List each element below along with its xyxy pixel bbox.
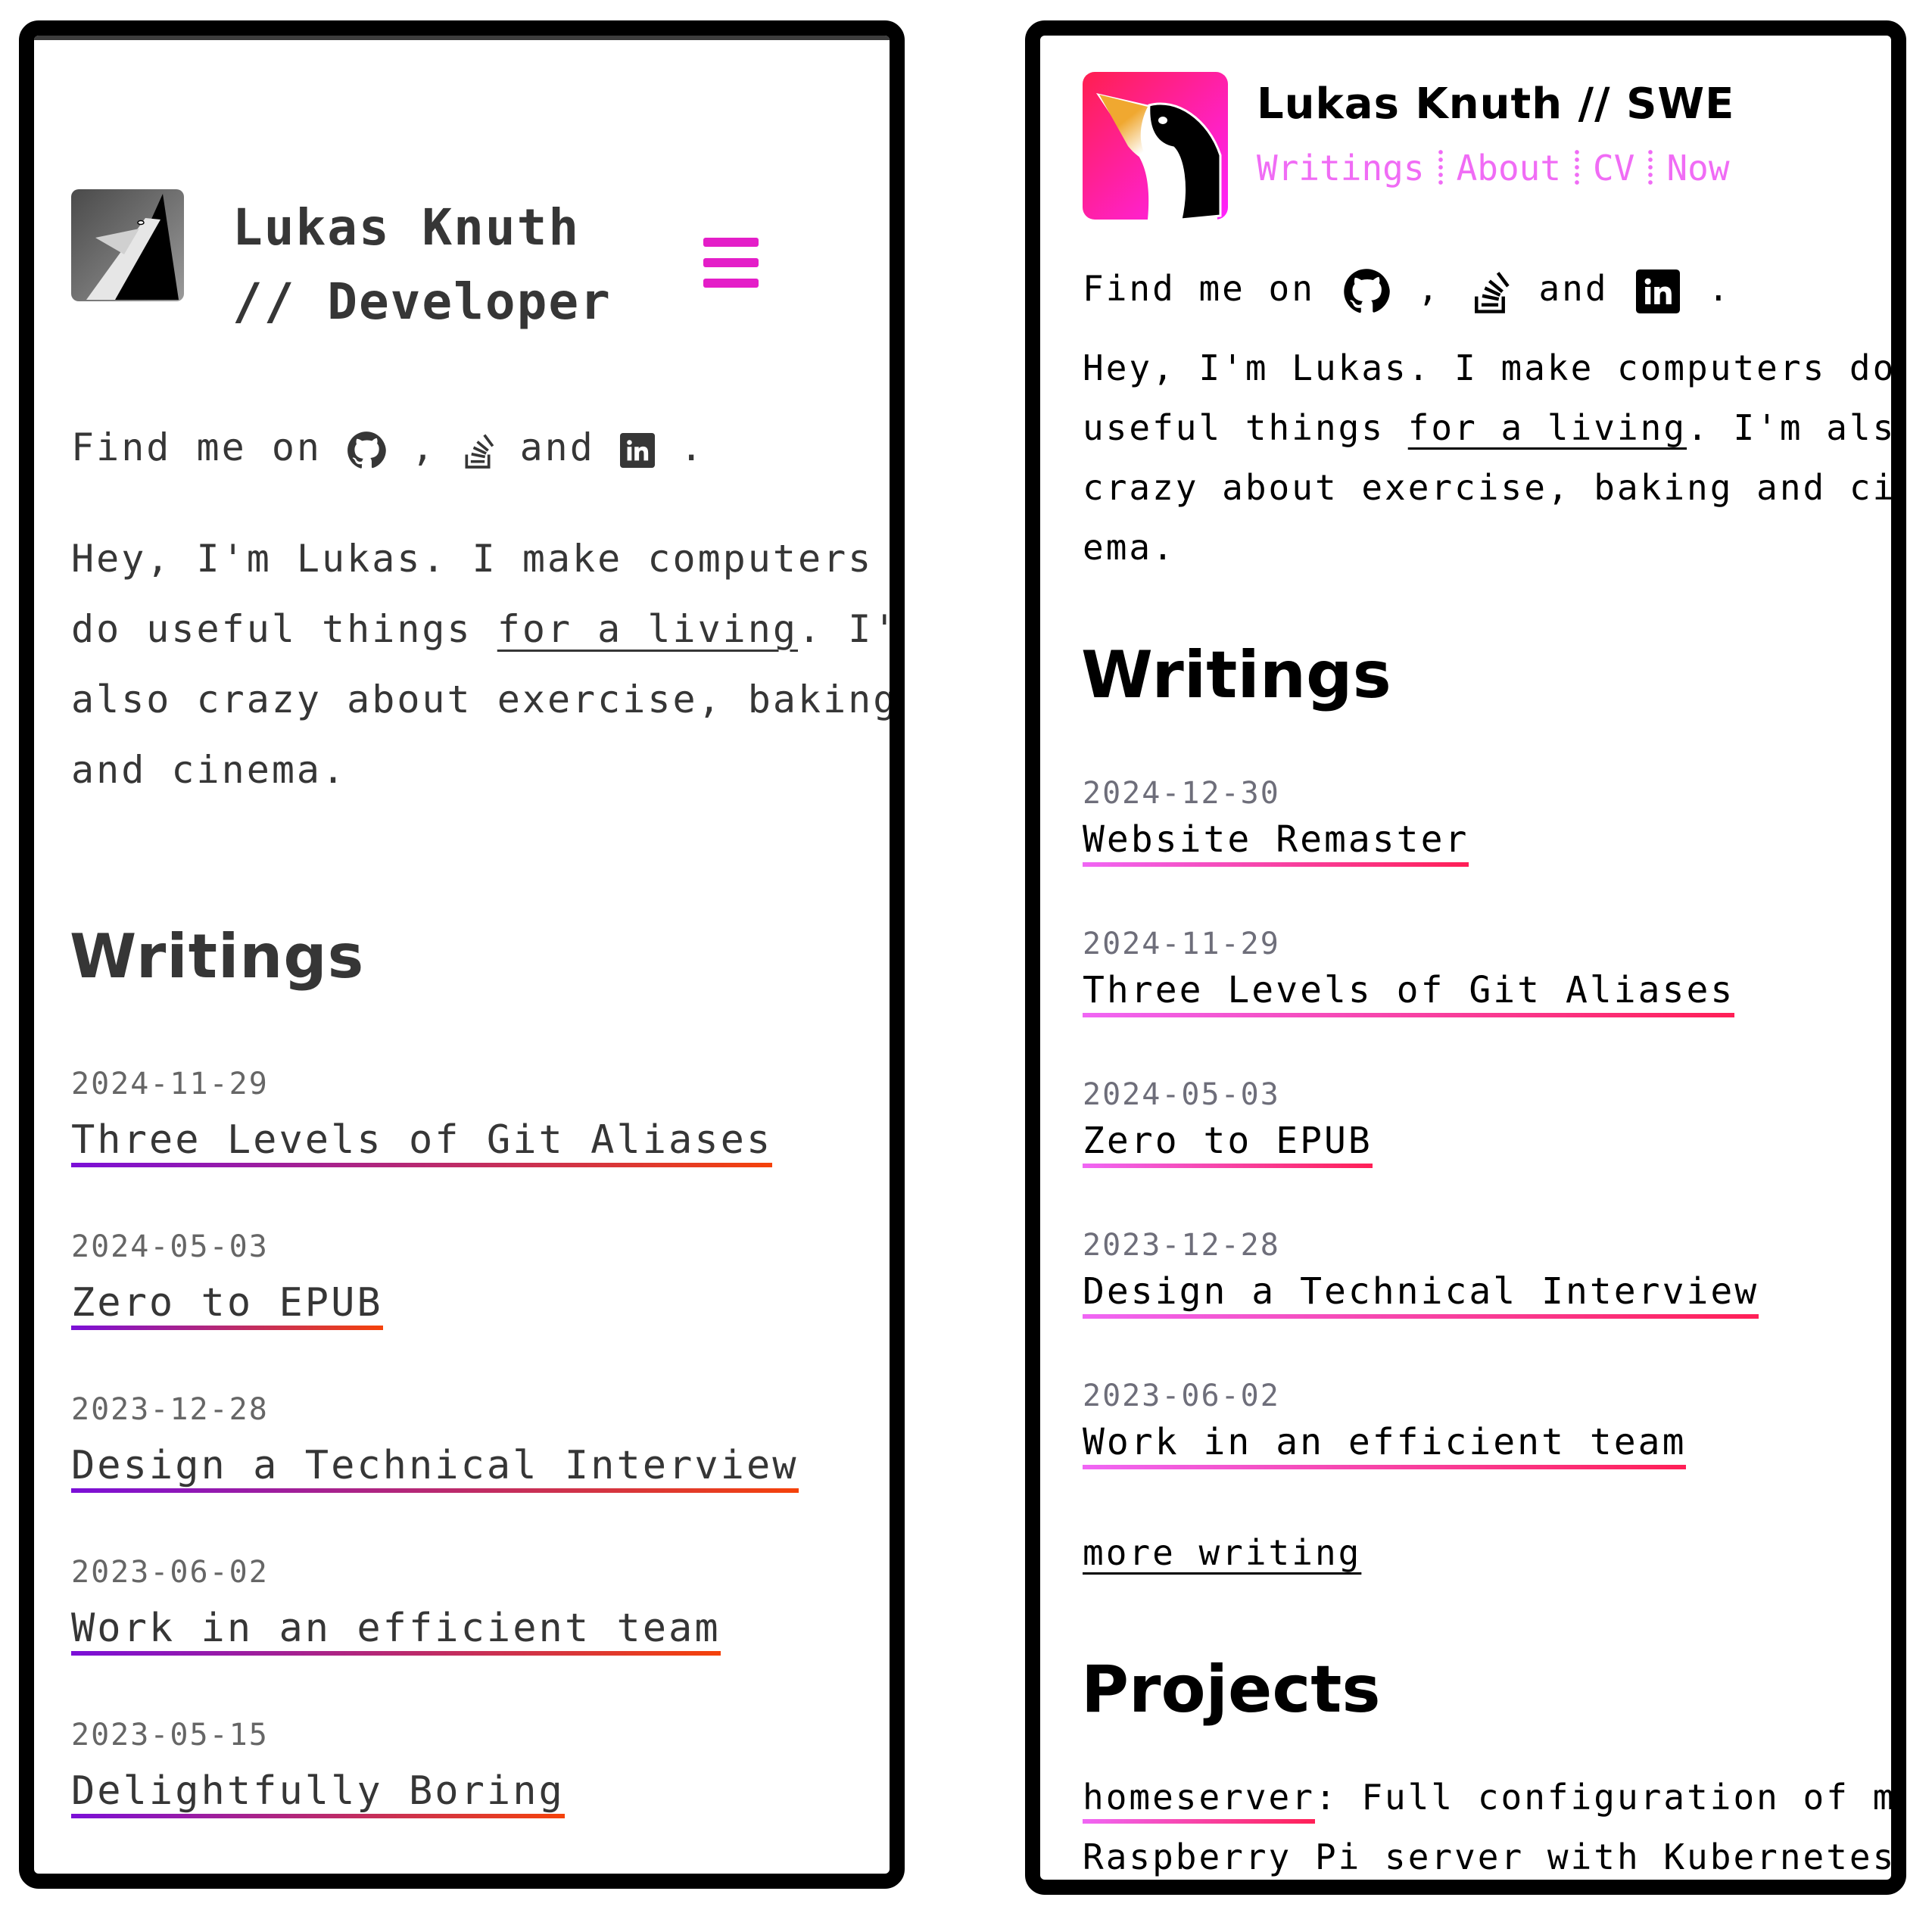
top-strip [34,36,890,40]
projects-heading: Projects [1081,1652,1381,1728]
linkedin-link[interactable] [1636,269,1681,313]
stackoverflow-icon [465,434,494,469]
and-label: and [1538,268,1609,309]
intro-line: ema. [1083,527,1176,568]
writing-link[interactable]: Delightfully Boring [71,1768,565,1818]
period: . [1707,268,1731,309]
writing-date: 2023-12-28 [71,1392,269,1427]
project-description: Raspberry Pi server with Kubernetes via [1083,1837,1906,1877]
github-link[interactable] [347,431,386,470]
writing-date: 2024-11-29 [1083,927,1280,961]
hamburger-menu-button[interactable] [703,238,759,288]
stackoverflow-link[interactable] [1469,268,1511,315]
penguin-logo-icon [71,189,184,301]
intro-text: useful things [1083,407,1408,448]
penguin-logo-icon [1083,72,1228,221]
site-logo[interactable] [71,189,184,301]
find-me-label: Find me on [1083,268,1315,309]
nav-cv[interactable]: CV [1593,148,1634,188]
stackoverflow-link[interactable] [461,431,494,470]
intro-line: do useful things for a living. I'm [71,594,899,665]
nav-separator [1575,148,1580,186]
intro-line: crazy about exercise, baking and cin- [1083,467,1906,508]
find-me-line: Find me on , and . [1083,259,1731,319]
intro-line: useful things for a living. I'm also [1083,398,1906,458]
find-me-label: Find me on [71,425,323,469]
github-icon [347,431,386,469]
intro-line: and cinema. [71,748,347,792]
linkedin-icon [1636,269,1681,313]
nav-writings[interactable]: Writings [1257,148,1425,188]
writing-date: 2024-12-30 [1083,776,1280,811]
writing-link[interactable]: Design a Technical Interview [71,1443,799,1493]
more-writing-link[interactable]: more writing [1083,1532,1361,1573]
intro-text: . I'm [797,607,899,651]
site-title-line2[interactable]: // Developer [232,265,612,339]
writing-link[interactable]: Work in an efficient team [71,1606,721,1656]
main-nav: Writings About CV Now [1257,148,1730,188]
writing-link[interactable]: Three Levels of Git Aliases [71,1117,773,1167]
intro-line: Hey, I'm Lukas. I make computers [71,537,874,581]
github-link[interactable] [1343,268,1390,315]
github-icon [1343,268,1390,313]
project-link-homeserver[interactable]: homeserver [1083,1777,1315,1824]
writing-link[interactable]: Design a Technical Interview [1083,1270,1759,1319]
project-separator: : [1314,1777,1338,1818]
writing-date: 2023-12-28 [1083,1228,1280,1263]
intro-paragraph: Hey, I'm Lukas. I make computers do usef… [71,524,899,805]
project-item: homeserver: Full configuration of my Ras… [1083,1768,1906,1880]
writing-date: 2024-05-03 [1083,1077,1280,1112]
writing-date: 2024-11-29 [71,1067,269,1101]
stackoverflow-icon [1474,271,1510,313]
site-title[interactable]: Lukas Knuth // SWE [1257,79,1734,129]
and-label: and [519,425,595,469]
writing-date: 2023-06-02 [1083,1379,1280,1413]
writing-date: 2023-05-15 [71,1718,269,1752]
comma: , [1417,268,1441,309]
period: . [680,425,706,469]
nav-separator [1648,148,1653,186]
intro-line: also crazy about exercise, baking [71,678,899,721]
writing-link[interactable]: Three Levels of Git Aliases [1083,969,1735,1017]
comma: , [411,425,437,469]
project-line: homeserver: Full configuration of my [1083,1768,1906,1827]
site-title-line1[interactable]: Lukas Knuth [232,191,580,265]
project-description: Full configuration of my [1338,1777,1906,1818]
intro-paragraph: Hey, I'm Lukas. I make computers do usef… [1083,338,1906,578]
for-a-living-link[interactable]: for a living [497,607,798,651]
find-me-line: Find me on , and . [71,413,705,483]
writing-link[interactable]: Work in an efficient team [1083,1421,1687,1469]
writing-link[interactable]: Zero to EPUB [1083,1120,1373,1168]
intro-line: Hey, I'm Lukas. I make computers do [1083,347,1896,388]
writings-heading: Writings [1081,637,1391,713]
desktop-view-frame: Lukas Knuth // SWE Writings About CV Now Fi… [1025,20,1906,1895]
linkedin-link[interactable] [620,432,655,468]
nav-now[interactable]: Now [1666,148,1729,188]
nav-separator [1438,148,1443,186]
for-a-living-link[interactable]: for a living [1408,407,1687,448]
writing-link[interactable]: Zero to EPUB [71,1280,383,1330]
writings-heading: Writings [70,921,365,992]
intro-text: do useful things [71,607,497,651]
menu-bar [703,258,759,267]
more-writing-row: more writing [1083,1523,1361,1583]
writing-date: 2024-05-03 [71,1229,269,1264]
linkedin-icon [620,432,655,468]
mobile-view-frame: Lukas Knuth // Developer Find me on , an… [19,20,905,1889]
writing-date: 2023-06-02 [71,1555,269,1590]
site-logo[interactable] [1083,72,1228,221]
intro-text: . I'm also [1687,407,1906,448]
nav-about[interactable]: About [1457,148,1561,188]
menu-bar [703,238,759,247]
writing-link[interactable]: Website Remaster [1083,818,1469,867]
menu-bar [703,279,759,288]
